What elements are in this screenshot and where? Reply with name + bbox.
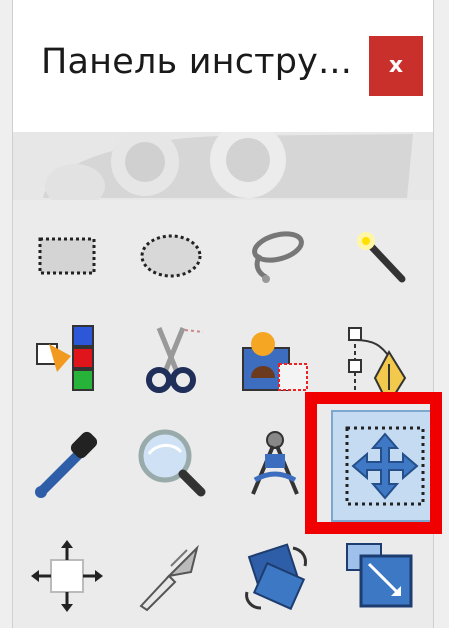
tool-scale[interactable]: [331, 528, 426, 623]
title-bar[interactable]: Панель инстру... x: [13, 0, 433, 132]
scale-icon: [345, 542, 412, 607]
tool-free-select[interactable]: [227, 208, 322, 303]
window-title: Панель инстру...: [41, 42, 353, 82]
paths-pen-icon: [347, 326, 406, 395]
fuzzy-select-wand-icon: [356, 231, 405, 282]
tool-align[interactable]: [19, 528, 114, 623]
tool-rect-select[interactable]: [19, 208, 114, 303]
scissors-select-icon: [145, 326, 203, 393]
close-button[interactable]: x: [369, 36, 423, 96]
tool-crop[interactable]: [123, 528, 218, 623]
free-select-lasso-icon: [251, 230, 304, 283]
move-icon: [345, 426, 425, 506]
measure-compass-icon: [250, 430, 299, 495]
wilber-eyes-icon: [43, 122, 413, 208]
tool-color-picker[interactable]: [19, 416, 114, 511]
tool-scissors-select[interactable]: [123, 312, 218, 407]
tool-move[interactable]: [331, 410, 439, 522]
color-picker-icon: [34, 431, 97, 498]
tool-foreground-select[interactable]: [227, 312, 322, 407]
tool-select-by-color[interactable]: [19, 312, 114, 407]
tool-ellipse-select[interactable]: [123, 208, 218, 303]
tool-grid: [13, 208, 439, 628]
tool-fuzzy-select[interactable]: [331, 208, 426, 303]
rotate-icon: [244, 542, 307, 610]
alignment-icon: [30, 539, 103, 612]
ellipse-select-icon: [140, 234, 201, 277]
select-by-color-icon: [35, 324, 94, 391]
wilber-header-art: [13, 122, 433, 208]
tool-magnify[interactable]: [123, 416, 218, 511]
crop-knife-icon: [138, 544, 199, 611]
rect-select-icon: [38, 237, 95, 274]
tool-paths[interactable]: [331, 312, 426, 407]
toolbox-panel: Панель инстру... x: [12, 0, 439, 628]
tool-measure[interactable]: [227, 416, 322, 511]
tool-rotate[interactable]: [227, 528, 322, 623]
magnify-icon: [138, 429, 205, 496]
foreground-select-icon: [241, 331, 308, 391]
